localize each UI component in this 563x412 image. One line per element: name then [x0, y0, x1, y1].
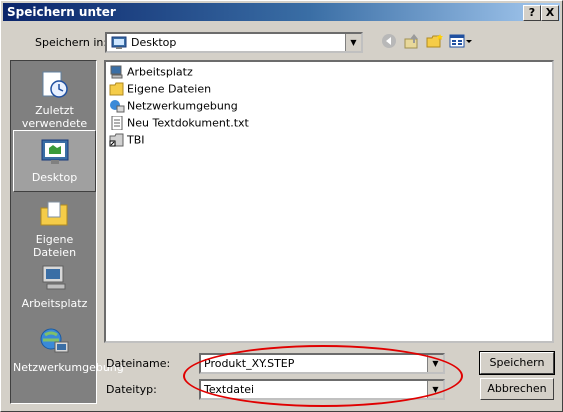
network-icon: [110, 100, 125, 113]
text-file-icon: [111, 116, 123, 130]
help-button[interactable]: ?: [523, 5, 541, 21]
desktop-icon: [41, 139, 68, 164]
window-title: Speichern unter: [7, 5, 116, 19]
view-menu-icon[interactable]: [448, 33, 474, 53]
save-button[interactable]: Speichern: [479, 351, 555, 375]
save-in-value: Desktop: [131, 36, 177, 49]
recent-documents-icon: [42, 71, 68, 98]
place-my-computer[interactable]: Arbeitsplatz: [13, 257, 96, 317]
new-folder-icon[interactable]: [425, 33, 445, 53]
place-desktop-label: Desktop: [31, 171, 78, 184]
desktop-icon: [111, 36, 127, 49]
my-computer-icon: [42, 265, 65, 290]
close-button[interactable]: X: [541, 5, 559, 21]
place-desktop[interactable]: Desktop: [13, 130, 96, 192]
place-my-documents-label: Eigene Dateien: [32, 233, 77, 259]
my-computer-icon: [110, 65, 123, 79]
list-item[interactable]: Netzwerkumgebung: [109, 99, 238, 116]
place-network[interactable]: Netzwerkumgebung: [13, 321, 124, 391]
file-list[interactable]: Arbeitsplatz Eigene Dateien Netzwerkumge…: [104, 60, 554, 343]
filetype-label: Dateityp:: [106, 383, 157, 396]
my-documents-icon: [40, 201, 67, 226]
list-item[interactable]: Neu Textdokument.txt: [109, 116, 249, 133]
place-my-computer-label: Arbeitsplatz: [21, 297, 88, 310]
filename-label: Dateiname:: [106, 357, 171, 370]
save-as-dialog: Speichern unter ? X Speichern in: Deskto…: [0, 0, 563, 412]
up-folder-icon[interactable]: [402, 33, 422, 53]
places-bar: Zuletzt verwendete D... Desktop Eigene D…: [10, 60, 124, 404]
list-item[interactable]: TBI: [109, 133, 145, 150]
network-places-icon: [40, 328, 68, 353]
save-in-combobox[interactable]: Desktop ▼: [105, 32, 363, 53]
folder-icon: [109, 82, 124, 96]
place-my-documents[interactable]: Eigene Dateien: [13, 193, 96, 259]
chevron-down-icon[interactable]: ▼: [345, 34, 361, 51]
title-bar: Speichern unter ? X: [3, 3, 560, 21]
place-recent[interactable]: Zuletzt verwendete D...: [13, 64, 96, 143]
cancel-button[interactable]: Abbrechen: [480, 378, 554, 400]
shortcut-folder-icon: [109, 133, 124, 147]
list-item[interactable]: Arbeitsplatz: [109, 65, 193, 82]
red-highlight-annotation: [183, 345, 463, 407]
back-arrow-icon[interactable]: [379, 33, 399, 53]
list-item[interactable]: Eigene Dateien: [109, 82, 211, 99]
save-in-label: Speichern in:: [35, 36, 108, 49]
